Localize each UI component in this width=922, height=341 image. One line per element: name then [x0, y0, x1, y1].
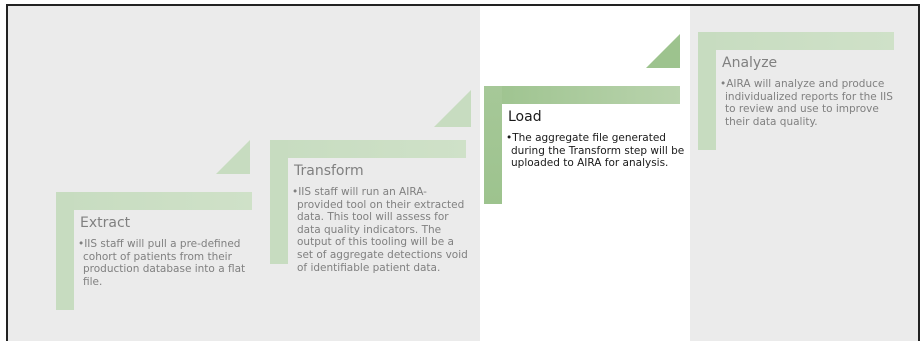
step-description: •The aggregate file generated during the…: [506, 132, 686, 170]
step-title: Extract: [80, 215, 131, 231]
step-description-text: IIS staff will run an AIRA-provided tool…: [297, 186, 468, 274]
step-description: •IIS staff will run an AIRA-provided too…: [292, 186, 472, 274]
step-bar-horizontal: [698, 32, 894, 50]
step-arrow-tip: [216, 140, 250, 174]
step-title: Transform: [294, 163, 364, 179]
step-bar-horizontal: [484, 86, 680, 104]
step-bar-vertical: [270, 140, 288, 264]
step-bar-horizontal: [56, 192, 252, 210]
step-bar-vertical: [698, 32, 716, 150]
step-description-text: The aggregate file generated during the …: [511, 132, 685, 170]
step-arrow-tip: [646, 34, 680, 68]
step-description: •AIRA will analyze and produce individua…: [720, 78, 906, 128]
step-description-text: IIS staff will pull a pre-defined cohort…: [83, 238, 246, 288]
step-bar-vertical: [484, 86, 502, 204]
step-title: Analyze: [722, 55, 778, 71]
step-description-text: AIRA will analyze and produce individual…: [725, 78, 893, 128]
step-arrow-tip: [434, 90, 471, 127]
step-description: •IIS staff will pull a pre-defined cohor…: [78, 238, 264, 288]
step-bar-horizontal: [270, 140, 466, 158]
step-title: Load: [508, 109, 542, 125]
step-bar-vertical: [56, 192, 74, 310]
slide-frame: Extract •IIS staff will pull a pre-defin…: [6, 4, 920, 341]
